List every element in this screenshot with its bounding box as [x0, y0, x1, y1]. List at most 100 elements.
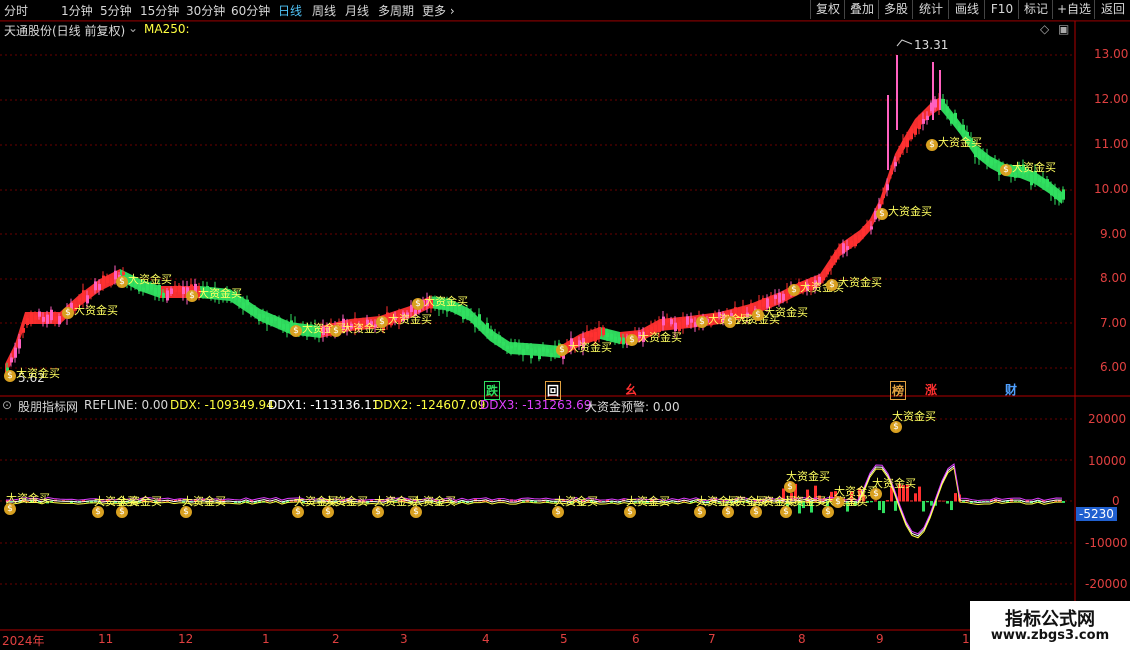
candle-body	[666, 318, 669, 323]
money-bag-icon: $	[752, 309, 764, 321]
candle-body	[106, 276, 109, 284]
current-value-tag: -5230	[1076, 507, 1117, 521]
candle-body	[854, 235, 857, 247]
y-tick: 8.00	[1100, 271, 1127, 285]
candle-body	[262, 314, 265, 318]
candle-body	[858, 235, 861, 241]
high-marker-line	[896, 39, 913, 47]
buy-signal-label: 大资金买	[638, 331, 682, 344]
candle-body	[474, 318, 477, 327]
candle-body	[922, 118, 925, 124]
candle-body	[466, 309, 469, 317]
candle-body	[170, 288, 173, 294]
candle-body	[486, 322, 489, 334]
candle-body	[670, 319, 673, 325]
event-marker-list[interactable]: 榜	[890, 381, 907, 400]
candle-body	[178, 285, 181, 292]
candle-body	[866, 224, 869, 229]
candle-body	[154, 287, 157, 295]
buy-signal-label: 大资金买	[1012, 161, 1056, 174]
chart-canvas[interactable]	[0, 0, 1130, 650]
sub-y-tick: 0	[1112, 494, 1120, 508]
candle-body	[918, 119, 921, 130]
money-bag-icon: $	[376, 316, 388, 328]
collapse-icon[interactable]: ⊙	[2, 398, 12, 412]
buy-signal-label: 大资金买	[424, 295, 468, 308]
money-bag-icon: $	[826, 279, 838, 291]
ddx-bar	[910, 500, 913, 502]
ddx-bar	[918, 486, 921, 502]
date-tick: 7	[708, 632, 716, 646]
candle-body	[30, 313, 33, 324]
sub-y-tick: 10000	[1088, 454, 1127, 468]
candle-body	[490, 329, 493, 336]
sub-signal-label: 大资金买	[782, 495, 826, 508]
diamond-icon[interactable]: ◇	[1040, 22, 1049, 36]
sub-signal-label: 大资金买	[182, 495, 226, 508]
candle-body	[994, 160, 997, 164]
candle-body	[478, 314, 481, 325]
buy-signal-label: 大资金买	[938, 136, 982, 149]
money-bag-icon: $	[330, 325, 342, 337]
candle-body	[758, 300, 761, 309]
money-bag-icon: $	[412, 298, 424, 310]
ddx-bar	[938, 500, 941, 502]
candle-body	[602, 327, 605, 336]
ddx-bar	[1062, 501, 1065, 503]
money-bag-icon: $	[290, 325, 302, 337]
event-marker-finance[interactable]: 财	[1004, 381, 1018, 398]
sub-signal-label: 大资金买	[786, 470, 830, 483]
ddx-bar	[870, 501, 873, 503]
candle-body	[1038, 177, 1041, 182]
ddx-bar	[978, 501, 981, 502]
buy-signal-label: 大资金买	[16, 367, 60, 380]
candle-body	[894, 162, 897, 167]
candle-body	[778, 293, 781, 303]
ddx-bar	[954, 493, 957, 502]
candle-body	[886, 184, 889, 191]
date-tick: 2024年	[2, 634, 45, 648]
candle-body	[958, 126, 961, 130]
candle-body	[10, 357, 13, 363]
date-tick: 8	[798, 632, 806, 646]
candle-body	[850, 240, 853, 246]
candle-body	[550, 352, 553, 357]
candle-body	[42, 316, 45, 322]
y-tick: 9.00	[1100, 227, 1127, 241]
chevron-down-icon[interactable]: ⌄	[128, 21, 138, 35]
candle-body	[270, 317, 273, 324]
candle-body	[1046, 179, 1049, 188]
candle-body	[58, 316, 61, 325]
candle-body	[982, 153, 985, 158]
candle-body	[834, 252, 837, 263]
candle-body	[978, 150, 981, 160]
candle-body	[902, 140, 905, 149]
candle-body	[274, 317, 277, 321]
candle-body	[538, 348, 541, 360]
ma250-label: MA250:	[144, 22, 190, 36]
candle-body	[494, 334, 497, 340]
settings-icon[interactable]: ▣	[1058, 22, 1069, 36]
money-bag-icon: $	[626, 334, 638, 346]
candle-body	[534, 349, 537, 353]
money-bag-icon: $	[4, 370, 16, 382]
candle-body	[110, 280, 113, 286]
money-bag-icon: $	[186, 290, 198, 302]
ddx-bar	[1026, 500, 1029, 502]
candle-body	[1058, 193, 1061, 200]
money-bag-icon: $	[876, 208, 888, 220]
candle-body	[510, 345, 513, 349]
sub-signal-label: 大资金买	[872, 477, 916, 490]
event-marker-info[interactable]: 幺	[624, 381, 638, 398]
candle-body	[26, 318, 29, 326]
candle-body	[258, 313, 261, 321]
candle-body	[242, 302, 245, 309]
ddx2-value: DDX2: -124607.09	[374, 398, 486, 412]
buy-signal-label: 大资金买	[888, 205, 932, 218]
ddx1-value: DDX1: -113136.11	[268, 398, 380, 412]
y-tick: 11.00	[1094, 137, 1129, 151]
event-marker-rise[interactable]: 涨	[924, 381, 938, 398]
candle-body	[1030, 174, 1033, 186]
sub-signal-label: 大资金买	[6, 492, 50, 505]
candle-body	[470, 314, 473, 318]
